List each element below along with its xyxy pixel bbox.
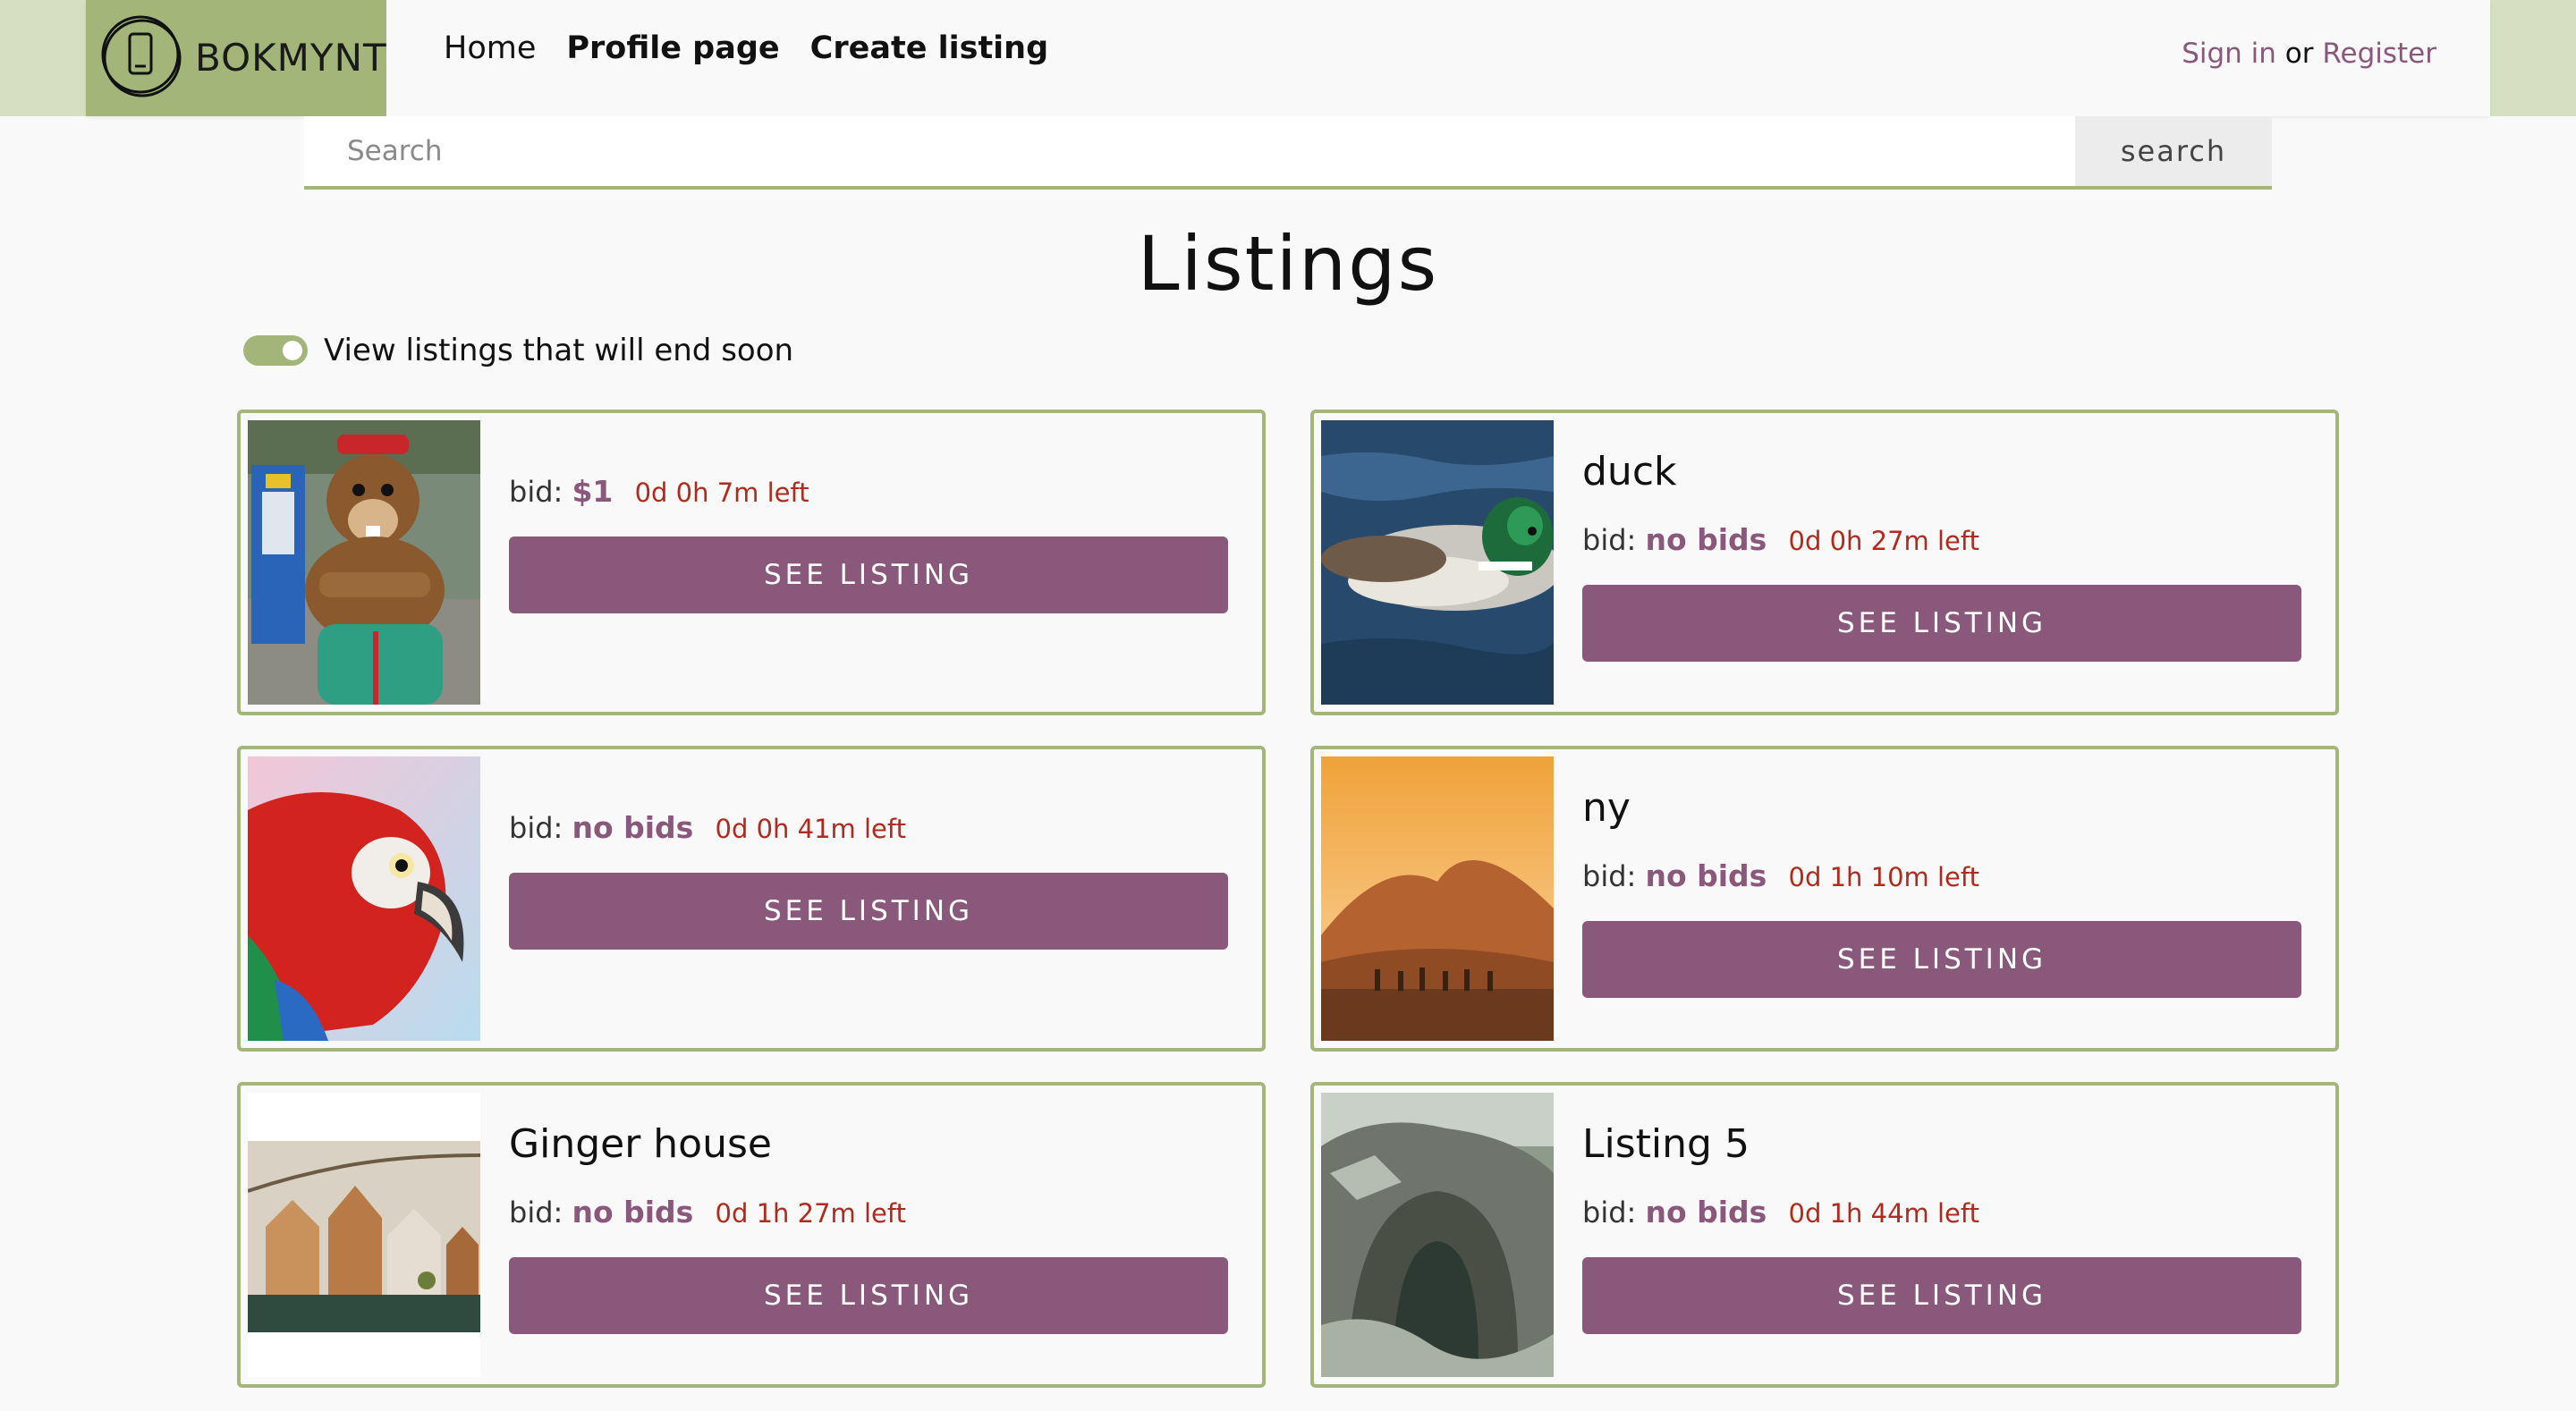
listing-body: bid: no bids 0d 0h 41m left SEE LISTING — [509, 749, 1228, 1048]
main-nav: Home Profile page Create listing — [444, 30, 1048, 66]
bid-label: bid: — [509, 475, 564, 509]
bid-line: bid: no bids 0d 1h 10m left — [1582, 858, 1979, 893]
listing-body: duck bid: no bids 0d 0h 27m left SEE LIS… — [1582, 413, 2301, 712]
listing-body: Ginger house bid: no bids 0d 1h 27m left… — [509, 1086, 1228, 1384]
see-listing-button[interactable]: SEE LISTING — [1582, 585, 2301, 662]
page-title: Listings — [1137, 220, 1439, 308]
listing-body: ny bid: no bids 0d 1h 10m left SEE LISTI… — [1582, 749, 2301, 1048]
time-left: 0d 0h 41m left — [715, 814, 906, 844]
bid-line: bid: no bids 0d 0h 27m left — [1582, 522, 1979, 557]
bid-line: bid: $1 0d 0h 7m left — [509, 474, 809, 509]
bid-label: bid: — [509, 811, 564, 845]
see-listing-button[interactable]: SEE LISTING — [509, 1257, 1228, 1334]
toggle-label: View listings that will end soon — [324, 333, 794, 368]
auth-links: Sign in or Register — [2182, 38, 2436, 70]
listing-image[interactable] — [248, 1093, 480, 1377]
bid-value: no bids — [572, 1195, 694, 1229]
search-input[interactable] — [304, 116, 2075, 186]
listing-body: Listing 5 bid: no bids 0d 1h 44m left SE… — [1582, 1086, 2301, 1384]
nav-create-listing-link[interactable]: Create listing — [810, 30, 1048, 66]
logo[interactable]: BOKMYNT — [86, 0, 386, 116]
listing-body: bid: $1 0d 0h 7m left SEE LISTING — [509, 413, 1228, 712]
sign-in-link[interactable]: Sign in — [2182, 38, 2276, 70]
bid-label: bid: — [509, 1196, 564, 1229]
listing-title: ny — [1582, 785, 1631, 831]
time-left: 0d 0h 27m left — [1788, 526, 1979, 556]
see-listing-button[interactable]: SEE LISTING — [509, 873, 1228, 950]
listing-card: bid: no bids 0d 0h 41m left SEE LISTING — [237, 746, 1266, 1052]
listing-image[interactable] — [248, 420, 480, 705]
nav-profile-link[interactable]: Profile page — [566, 30, 779, 66]
listing-card: bid: $1 0d 0h 7m left SEE LISTING — [237, 410, 1266, 715]
ginger-house-image — [248, 1093, 480, 1377]
bid-value: $1 — [572, 474, 614, 509]
time-left: 0d 1h 27m left — [715, 1198, 906, 1229]
beaver-mascot-image — [248, 420, 480, 705]
toggle-knob — [283, 341, 302, 360]
time-left: 0d 1h 44m left — [1788, 1198, 1979, 1229]
bid-value: no bids — [1645, 522, 1767, 557]
listing-image[interactable] — [1321, 1093, 1554, 1377]
see-listing-button[interactable]: SEE LISTING — [1582, 1257, 2301, 1334]
time-left: 0d 0h 7m left — [634, 477, 809, 508]
search-bar: search — [304, 116, 2272, 190]
bid-label: bid: — [1582, 859, 1637, 893]
bid-value: no bids — [1645, 858, 1767, 893]
auth-or-text: or — [2284, 38, 2314, 70]
listing-title: duck — [1582, 449, 1677, 494]
listing-title: Ginger house — [509, 1121, 772, 1167]
bid-line: bid: no bids 0d 1h 44m left — [1582, 1195, 1979, 1229]
listing-card: duck bid: no bids 0d 0h 27m left SEE LIS… — [1310, 410, 2339, 715]
header-bar: BOKMYNT Home Profile page Create listing… — [0, 0, 2576, 116]
nav-home-link[interactable]: Home — [444, 30, 536, 66]
listing-image[interactable] — [1321, 756, 1554, 1041]
see-listing-button[interactable]: SEE LISTING — [509, 537, 1228, 613]
search-button[interactable]: search — [2075, 116, 2272, 186]
ending-soon-toggle-row: View listings that will end soon — [243, 333, 793, 368]
desert-image — [1321, 756, 1554, 1041]
bid-value: no bids — [1645, 1195, 1767, 1229]
listing-image[interactable] — [248, 756, 480, 1041]
phone-logo-icon — [101, 15, 182, 97]
rock-arch-image — [1321, 1093, 1554, 1377]
bid-line: bid: no bids 0d 1h 27m left — [509, 1195, 906, 1229]
listing-image[interactable] — [1321, 420, 1554, 705]
time-left: 0d 1h 10m left — [1788, 862, 1979, 892]
listing-card: ny bid: no bids 0d 1h 10m left SEE LISTI… — [1310, 746, 2339, 1052]
listing-card: Ginger house bid: no bids 0d 1h 27m left… — [237, 1082, 1266, 1388]
logo-text: BOKMYNT — [195, 36, 387, 80]
duck-image — [1321, 420, 1554, 705]
parrot-image — [248, 756, 480, 1041]
see-listing-button[interactable]: SEE LISTING — [1582, 921, 2301, 998]
register-link[interactable]: Register — [2322, 38, 2436, 70]
listing-title: Listing 5 — [1582, 1121, 1750, 1167]
bid-value: no bids — [572, 810, 694, 845]
ending-soon-toggle[interactable] — [243, 335, 308, 366]
bid-label: bid: — [1582, 1196, 1637, 1229]
header-inner: BOKMYNT Home Profile page Create listing… — [86, 0, 2490, 116]
listing-card: Listing 5 bid: no bids 0d 1h 44m left SE… — [1310, 1082, 2339, 1388]
bid-label: bid: — [1582, 523, 1637, 557]
bid-line: bid: no bids 0d 0h 41m left — [509, 810, 906, 845]
